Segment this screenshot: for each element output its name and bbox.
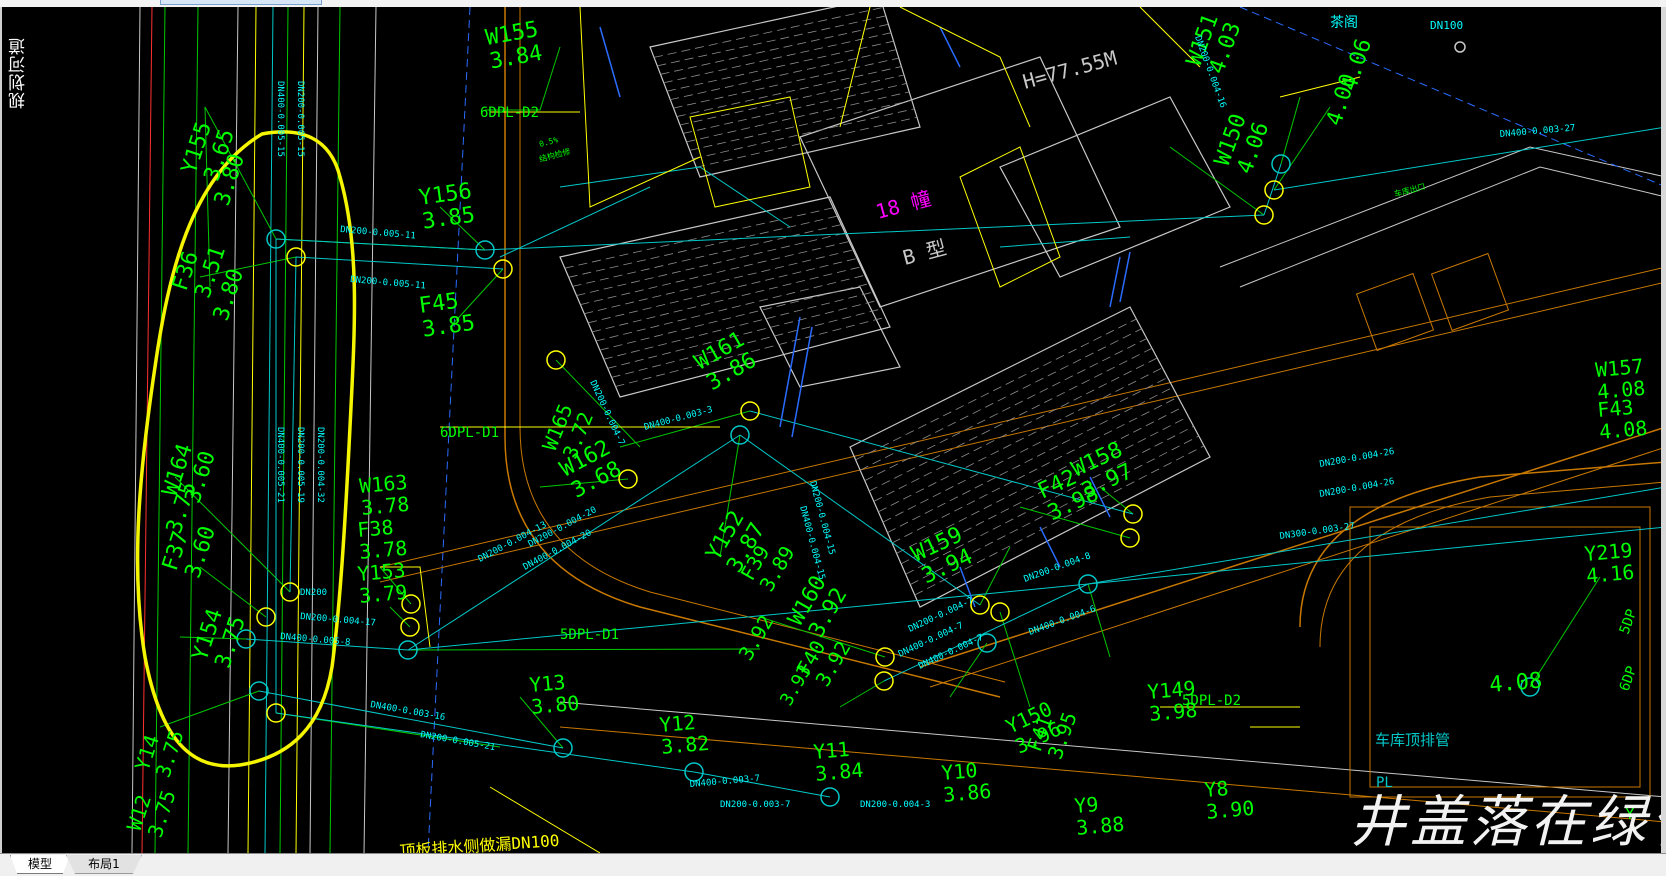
hatch-line bbox=[580, 240, 851, 305]
pipe-tag: DN100 bbox=[1430, 19, 1463, 32]
hatch-line bbox=[657, 15, 886, 67]
pipe-tag: DN200-0.004-26 bbox=[1319, 477, 1395, 500]
manhole-elevation-label: 4.08 bbox=[1598, 416, 1648, 444]
vertical-scrollbar[interactable] bbox=[1661, 7, 1666, 853]
hatch-line bbox=[670, 49, 897, 101]
manhole-elevation-label: 3.88 bbox=[1075, 812, 1125, 840]
tea-label: 茶阁 bbox=[1330, 15, 1358, 31]
pipe-tag: DN200 bbox=[300, 588, 327, 598]
pipe-tag: DN400-0.003-16 bbox=[369, 700, 445, 723]
building-number: 18 幢 bbox=[873, 186, 933, 224]
exit-note: 车库出口 bbox=[1393, 181, 1426, 199]
cad-drawing-svg[interactable]: W1553.84Y1553.65Y1563.85F453.85F363.51W1… bbox=[0, 7, 1666, 853]
pipe-tag: DN200-0.003-7 bbox=[720, 800, 790, 810]
hatch-line bbox=[572, 223, 843, 287]
file-tab-hint[interactable] bbox=[160, 0, 322, 5]
pipe-tag: DN400-0.003-3 bbox=[643, 405, 714, 433]
drain-tag: 5DP bbox=[1617, 607, 1641, 636]
green-leaders bbox=[159, 46, 1601, 749]
hatch-line bbox=[564, 207, 835, 269]
tab-layout1[interactable]: 布局1 bbox=[66, 855, 142, 874]
pipe-tag: DN200-0.005-19 bbox=[295, 427, 305, 503]
pipe-tag: DN400-0.005-21 bbox=[275, 427, 285, 503]
pipe-tag: DN200-0.004-3 bbox=[860, 800, 930, 810]
drain-tag: 5DPL-D1 bbox=[560, 627, 619, 643]
building-height: H=77.55M bbox=[1020, 46, 1119, 94]
manhole-elevation-label: 3.84 bbox=[814, 758, 864, 786]
left-frame bbox=[0, 7, 2, 853]
garage-drain-note: 车库顶排管 bbox=[1375, 731, 1450, 749]
pipe-tag: DN400-0.003-7 bbox=[689, 774, 760, 790]
structure-note: 结构检修 bbox=[538, 146, 571, 164]
pipe-tag: DN200-0.004-26 bbox=[1319, 447, 1395, 470]
drawing-canvas[interactable]: W155 3.84 Y155 3.65 Y156 3.85 F45 3.85 F36 3.51 W1… bbox=[0, 7, 1666, 853]
hatch-line bbox=[679, 74, 905, 126]
drain-tag: 6DPL-D2 bbox=[480, 105, 539, 121]
hatch-line bbox=[689, 99, 912, 151]
hatch-line bbox=[696, 116, 918, 168]
drain-tag: 6DP bbox=[1617, 664, 1641, 693]
manhole-elevation-label: 3.80 bbox=[530, 691, 580, 719]
pipe-tag: DN400-0.004-6 bbox=[1028, 604, 1098, 637]
hatch-line bbox=[692, 108, 915, 160]
pipe-tag: DN200-0.004-32 bbox=[315, 427, 325, 503]
pipe-tag: DN400-0.005-8 bbox=[280, 632, 351, 648]
yellow-structure bbox=[380, 7, 1361, 853]
manhole-elevation-label: 3.82 bbox=[660, 731, 710, 759]
pipe-tag: DN400-0.005-15 bbox=[275, 81, 285, 157]
hatch-line bbox=[683, 83, 907, 134]
hatch-line bbox=[660, 23, 889, 75]
hatch-line bbox=[673, 57, 899, 109]
roof-drain-note: 顶板排水侧做漏DN100 bbox=[399, 831, 560, 853]
slope-note: 0.5% bbox=[538, 135, 559, 149]
hatch-line bbox=[588, 257, 859, 324]
hatch-line bbox=[584, 249, 855, 315]
river-label: 规划河道 bbox=[9, 37, 29, 109]
tab-model[interactable]: 模型 bbox=[10, 855, 70, 874]
elevation-value: 3.92 bbox=[734, 611, 779, 665]
watermark-caption: 井盖落在绿化和 bbox=[1350, 790, 1666, 853]
pipe-tag: DN200-0.004-7 bbox=[587, 379, 626, 447]
manhole-elevation-label: 3.86 bbox=[942, 779, 992, 807]
layout-tab-bar: 模型 布局1 bbox=[0, 853, 1666, 876]
hatch-line bbox=[592, 266, 863, 333]
drain-tag: 6DPL-D1 bbox=[440, 425, 499, 441]
elevation-value: 4.06 bbox=[1337, 36, 1377, 94]
pipe-tag: DN200-0.004-8 bbox=[1023, 551, 1093, 584]
manhole-circle[interactable] bbox=[1454, 41, 1466, 53]
blue-pipes bbox=[599, 26, 1131, 608]
pipe-tag: DN200-0.005-15 bbox=[295, 81, 305, 157]
hatch-line bbox=[676, 66, 902, 117]
hatch-line bbox=[878, 367, 1163, 513]
hatch-line bbox=[891, 396, 1179, 544]
cad-application-window: W155 3.84 Y155 3.65 Y156 3.85 F45 3.85 F36 3.51 W1… bbox=[0, 0, 1666, 876]
hatch-line bbox=[653, 7, 884, 58]
elevation-393: 3.93 bbox=[776, 661, 816, 709]
drain-tag: 5DPL-D2 bbox=[1182, 693, 1241, 709]
manhole-markers bbox=[236, 41, 1540, 807]
manhole-elevation-label: 3.79 bbox=[358, 580, 408, 608]
hatch-line bbox=[576, 232, 847, 296]
manhole-elevation-label: 4.16 bbox=[1585, 560, 1635, 588]
pipe-tag: DN200-0.005-11 bbox=[350, 275, 426, 292]
building-type: B 型 bbox=[900, 235, 949, 270]
pipe-tag: DN400-0.003-27 bbox=[1499, 123, 1575, 140]
elevation-value: 4.08 bbox=[1488, 668, 1543, 698]
manhole-elevation-label: 3.90 bbox=[1205, 796, 1255, 824]
manhole-elevation-label: 3.75 bbox=[143, 787, 181, 840]
